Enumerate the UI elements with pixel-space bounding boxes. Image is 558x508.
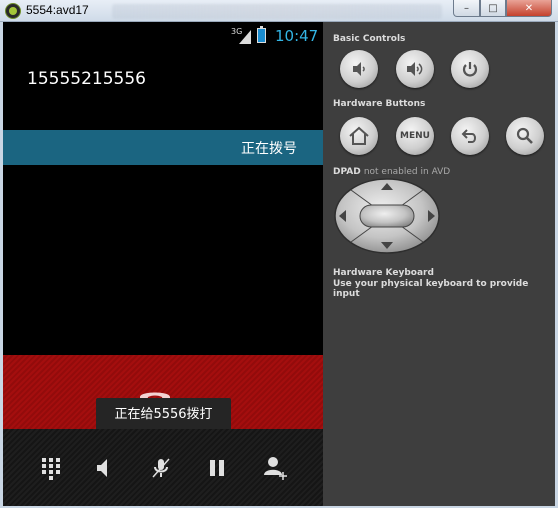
hardware-buttons-title: Hardware Buttons: [333, 99, 426, 109]
power-button[interactable]: [451, 50, 489, 88]
in-call-actions: [3, 429, 323, 506]
speaker-icon: [97, 459, 107, 477]
home-button[interactable]: [340, 117, 378, 155]
dialpad-button[interactable]: [36, 453, 66, 483]
hold-icon: [210, 460, 224, 476]
caller-number: 15555215556: [27, 69, 146, 89]
toast-message: 正在给5556拨打: [96, 398, 231, 432]
add-call-button[interactable]: [260, 453, 290, 483]
battery-icon: [257, 26, 266, 43]
dialpad-icon: [42, 458, 60, 480]
dpad-label: DPAD: [333, 167, 361, 177]
phone-screen: 3G 10:47 15555215556 正在拨号 正在给5556拨打: [3, 22, 323, 506]
mute-icon: [152, 458, 170, 478]
menu-button[interactable]: MENU: [396, 117, 434, 155]
volume-down-button[interactable]: [340, 50, 378, 88]
volume-down-icon: [353, 62, 365, 76]
volume-up-icon: [407, 62, 423, 76]
speaker-button[interactable]: [88, 453, 118, 483]
add-call-icon: [264, 457, 287, 480]
maximize-button[interactable]: □: [480, 0, 506, 17]
search-button[interactable]: [506, 117, 544, 155]
back-icon: [461, 129, 476, 143]
basic-controls-title: Basic Controls: [333, 34, 406, 44]
dpad-note: not enabled in AVD: [363, 167, 451, 177]
android-app-icon: [5, 3, 21, 19]
call-status-text: 正在拨号: [241, 141, 297, 157]
mute-button[interactable]: [146, 453, 176, 483]
emulator-controls-panel: Basic Controls Hardware Buttons MENU DPA…: [323, 22, 555, 506]
volume-up-button[interactable]: [396, 50, 434, 88]
hardware-keyboard-title: Hardware Keyboard: [333, 268, 434, 278]
close-button[interactable]: ✕: [506, 0, 552, 17]
hold-button[interactable]: [202, 453, 232, 483]
signal-icon: [239, 30, 251, 44]
menu-button-label: MENU: [400, 131, 430, 141]
window-title: 5554:avd17: [26, 3, 89, 17]
search-icon: [516, 127, 533, 144]
background-taskbar-blur: [112, 4, 442, 19]
status-clock: 10:47: [275, 27, 319, 45]
status-bar: 3G 10:47: [3, 22, 323, 48]
call-status-bar: 正在拨号: [3, 130, 323, 165]
dpad-control[interactable]: [333, 177, 441, 255]
hardware-keyboard-note: Use your physical keyboard to provide in…: [333, 279, 529, 299]
window-titlebar: 5554:avd17 – □ ✕: [0, 0, 558, 22]
power-icon: [462, 62, 478, 77]
back-button[interactable]: [451, 117, 489, 155]
home-icon: [349, 126, 369, 145]
dpad-title: DPAD not enabled in AVD: [333, 167, 450, 177]
minimize-button[interactable]: –: [453, 0, 480, 17]
